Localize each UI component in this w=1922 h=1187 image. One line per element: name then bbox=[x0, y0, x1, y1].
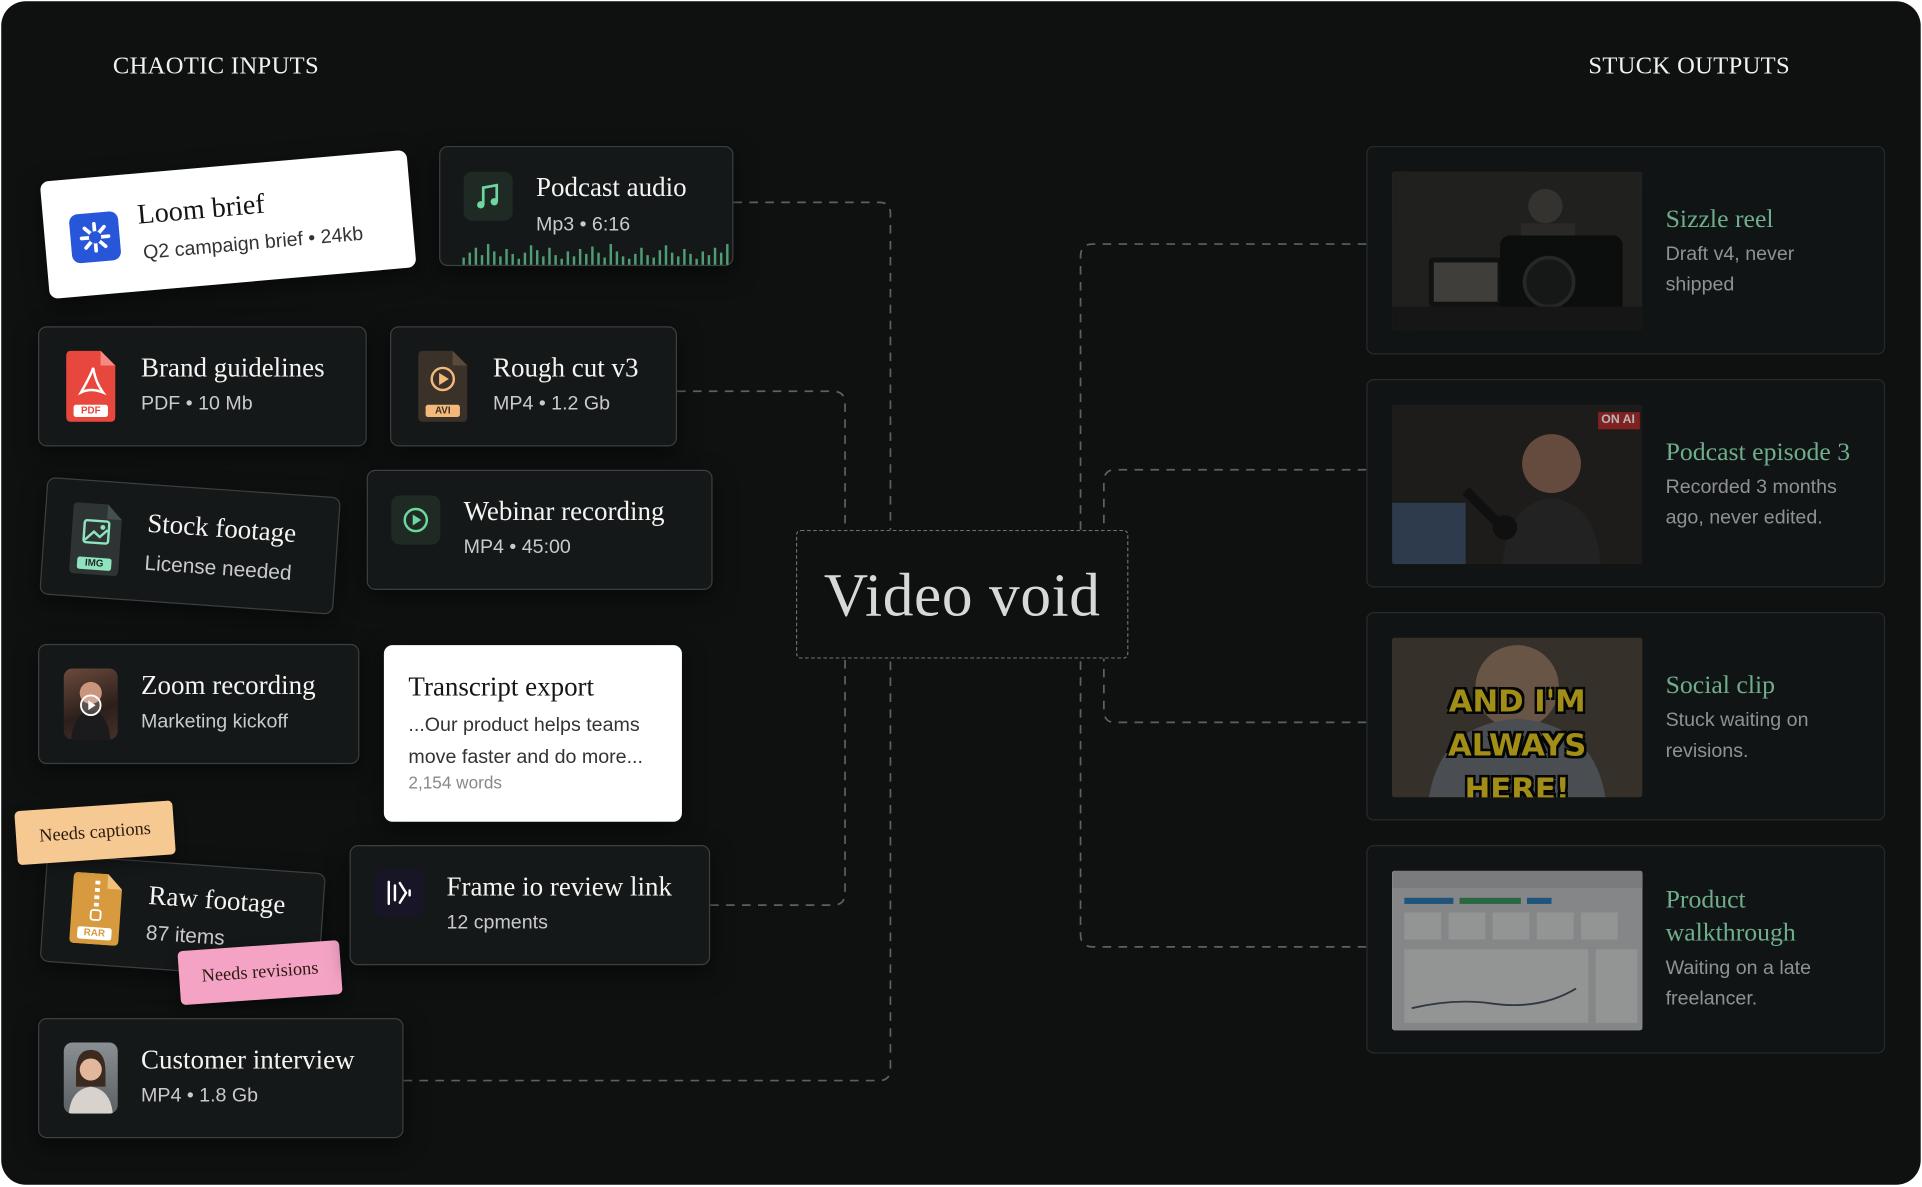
webinar-subtitle: MP4 • 45:00 bbox=[463, 537, 571, 559]
zoom-video-thumbnail bbox=[63, 668, 118, 740]
inputs-heading: CHAOTIC INPUTS bbox=[112, 52, 320, 80]
rar-badge: RAR bbox=[83, 926, 106, 940]
play-circle-icon bbox=[391, 495, 441, 545]
wire-social bbox=[1102, 658, 1367, 724]
loom-subtitle: Q2 campaign brief • 24kb bbox=[142, 223, 364, 264]
customer-interview-card[interactable]: Customer interview MP4 • 1.8 Gb bbox=[38, 1017, 404, 1139]
output-card-sizzle-reel[interactable]: Sizzle reel Draft v4, never shipped bbox=[1366, 145, 1886, 355]
podcast-episode-title: Podcast episode 3 bbox=[1665, 436, 1851, 467]
sizzle-thumbnail bbox=[1392, 171, 1643, 332]
diagram-canvas: CHAOTIC INPUTS STUCK OUTPUTS Loom brief … bbox=[1, 1, 1921, 1185]
social-clip-thumbnail: AND I'M ALWAYS HERE! bbox=[1392, 637, 1643, 798]
rough-cut-subtitle: MP4 • 1.2 Gb bbox=[493, 393, 611, 415]
output-card-social-clip[interactable]: AND I'M ALWAYS HERE! Social clip Stuck w… bbox=[1366, 612, 1886, 821]
img-badge: IMG bbox=[84, 556, 104, 570]
video-void-box: Video void bbox=[795, 529, 1129, 659]
webinar-card[interactable]: Webinar recording MP4 • 45:00 bbox=[366, 469, 713, 590]
stock-title: Stock footage bbox=[146, 507, 298, 549]
social-clip-desc: Stuck waiting on revisions. bbox=[1665, 710, 1809, 762]
podcast-audio-title: Podcast audio bbox=[535, 171, 687, 203]
rar-file-icon: RAR bbox=[67, 872, 126, 947]
wire-podcast-audio bbox=[733, 201, 892, 530]
brand-title: Brand guidelines bbox=[141, 352, 325, 383]
podcast-episode-thumbnail: ON AI bbox=[1392, 404, 1643, 565]
transcript-card[interactable]: Transcript export ...Our product helps t… bbox=[383, 645, 682, 822]
needs-captions-tag: Needs captions bbox=[14, 800, 176, 866]
sizzle-desc: Draft v4, never shipped bbox=[1665, 244, 1795, 296]
wire-podcast-ep bbox=[1102, 468, 1367, 530]
image-file-icon: IMG bbox=[66, 502, 125, 577]
transcript-body: ...Our product helps teams move faster a… bbox=[408, 715, 643, 768]
frameio-icon bbox=[374, 868, 424, 918]
product-walkthrough-desc: Waiting on a late freelancer. bbox=[1665, 957, 1812, 1010]
transcript-title: Transcript export bbox=[408, 670, 595, 702]
wire-product bbox=[1079, 658, 1367, 948]
wire-sizzle bbox=[1079, 243, 1367, 530]
stock-subtitle: License needed bbox=[143, 551, 293, 585]
transcript-meta: 2,154 words bbox=[408, 772, 502, 793]
zoom-subtitle: Marketing kickoff bbox=[141, 711, 288, 733]
product-walkthrough-thumbnail bbox=[1392, 870, 1643, 1031]
frameio-subtitle: 12 cpments bbox=[446, 912, 548, 934]
rough-cut-card[interactable]: AVI Rough cut v3 MP4 • 1.2 Gb bbox=[390, 326, 678, 447]
social-clip-title: Social clip bbox=[1665, 669, 1776, 700]
raw-subtitle: 87 items bbox=[145, 921, 226, 950]
loom-title: Loom brief bbox=[136, 188, 266, 230]
podcast-episode-desc: Recorded 3 months ago, never edited. bbox=[1665, 477, 1837, 529]
needs-revisions-tag: Needs revisions bbox=[177, 940, 343, 1006]
loom-icon bbox=[68, 210, 122, 264]
zoom-title: Zoom recording bbox=[141, 669, 316, 701]
raw-title: Raw footage bbox=[147, 879, 287, 920]
podcast-audio-subtitle: Mp3 • 6:16 bbox=[535, 214, 631, 236]
avi-file-icon: AVI bbox=[416, 350, 470, 422]
zoom-recording-card[interactable]: Zoom recording Marketing kickoff bbox=[38, 643, 360, 765]
brand-guidelines-card[interactable]: PDF Brand guidelines PDF • 10 Mb bbox=[38, 326, 367, 447]
brand-subtitle: PDF • 10 Mb bbox=[141, 393, 253, 415]
sizzle-title: Sizzle reel bbox=[1665, 203, 1774, 234]
waveform-icon bbox=[462, 244, 729, 265]
music-note-icon bbox=[463, 171, 513, 221]
wire-frameio bbox=[710, 658, 846, 907]
outputs-heading: STUCK OUTPUTS bbox=[1588, 52, 1791, 80]
avi-badge: AVI bbox=[434, 404, 451, 416]
interview-thumbnail bbox=[63, 1042, 118, 1114]
output-card-podcast-episode[interactable]: ON AI Podcast episode 3 Recorded 3 month… bbox=[1366, 378, 1886, 588]
frameio-card[interactable]: Frame io review link 12 cpments bbox=[349, 845, 711, 966]
pdf-badge: PDF bbox=[80, 404, 101, 416]
product-walkthrough-title: Product walkthrough bbox=[1665, 884, 1796, 947]
rough-cut-title: Rough cut v3 bbox=[493, 352, 639, 383]
interview-title: Customer interview bbox=[141, 1043, 355, 1075]
video-void-label: Video void bbox=[823, 559, 1101, 629]
podcast-audio-card[interactable]: Podcast audio Mp3 • 6:16 bbox=[439, 145, 734, 267]
output-card-product-walkthrough[interactable]: Product walkthrough Waiting on a late fr… bbox=[1366, 845, 1886, 1054]
stock-footage-card[interactable]: IMG Stock footage License needed bbox=[39, 476, 342, 615]
pdf-file-icon: PDF bbox=[64, 350, 118, 422]
frameio-title: Frame io review link bbox=[446, 870, 673, 902]
webinar-title: Webinar recording bbox=[463, 495, 665, 527]
interview-subtitle: MP4 • 1.8 Gb bbox=[141, 1085, 259, 1107]
